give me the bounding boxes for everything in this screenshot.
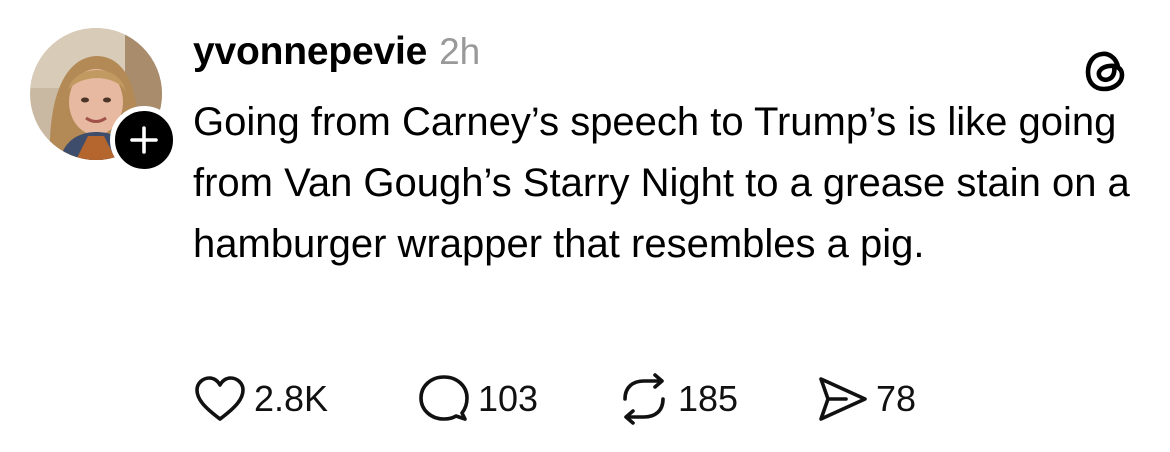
repost-button[interactable]: 185 [616,371,814,427]
plus-icon [130,126,158,154]
comment-icon [416,371,472,427]
share-button[interactable]: 78 [814,371,916,427]
post-text: Going from Carney’s speech to Trump’s is… [193,100,1130,266]
reply-button[interactable]: 103 [416,371,616,427]
heart-icon [192,371,248,427]
send-icon [814,371,870,427]
repost-count: 185 [678,378,739,419]
reply-count: 103 [478,378,539,419]
threads-post: yvonnepevie 2h Going from Carney’s speec… [0,0,1170,452]
action-bar: 2.8K 103 185 78 [192,368,916,430]
like-count: 2.8K [254,378,329,419]
avatar-container[interactable] [30,28,178,174]
timestamp: 2h [439,31,481,72]
like-button[interactable]: 2.8K [192,371,416,427]
share-count: 78 [876,378,917,419]
follow-badge[interactable] [110,106,178,174]
post-header: yvonnepevie 2h [193,30,480,78]
username[interactable]: yvonnepevie [193,30,427,74]
threads-logo-icon [1082,46,1132,96]
repost-icon [616,371,672,427]
